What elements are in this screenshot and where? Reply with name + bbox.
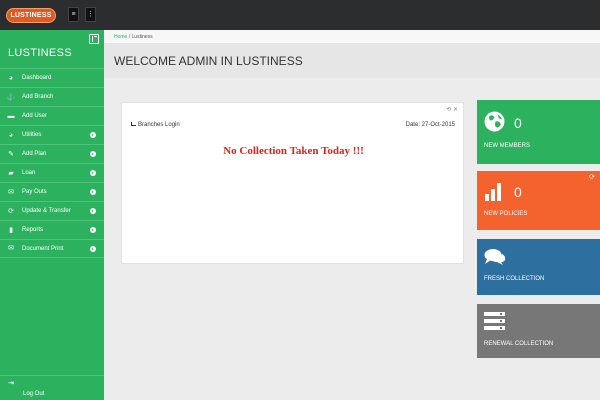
page-header: WELCOME ADMIN IN LUSTINESS (104, 44, 600, 78)
sidebar-item-update-transfer[interactable]: ⟳ Update & Transfer (0, 201, 104, 220)
sidebar-item-label: Pay Outs (22, 189, 47, 195)
breadcrumb-separator: / (128, 34, 131, 40)
chevron-right-icon (90, 246, 96, 252)
tile-label: NEW MEMBERS (484, 143, 531, 149)
sidebar-item-add-branch[interactable]: ⚓ Add Branch (0, 87, 104, 106)
breadcrumb-home-link[interactable]: Home (114, 34, 127, 40)
panel-date: Date: 27-Oct-2015 (405, 122, 455, 128)
tile-fresh-collection[interactable]: FRESH COLLECTION (477, 239, 600, 295)
chevron-right-icon (90, 132, 96, 138)
comments-icon (484, 249, 506, 265)
sidebar-item-pay-outs[interactable]: ✉ Pay Outs (0, 182, 104, 201)
chevron-right-icon (90, 151, 96, 157)
tile-value: 0 (514, 115, 522, 131)
tile-value: 0 (514, 184, 522, 200)
sidebar-item-add-plan[interactable]: ✎ Add Plan (0, 144, 104, 163)
panel-message: No Collection Taken Today !!! (223, 145, 364, 157)
tile-label: FRESH COLLECTION (484, 276, 545, 282)
panel-title: Branches Login (131, 122, 180, 128)
globe-icon (484, 111, 505, 132)
sidebar-toggle-icon[interactable] (89, 34, 99, 44)
sidebar-item-label: Add Branch (22, 94, 54, 100)
sidebar-item-label: Add User (22, 113, 48, 119)
file-icon: ▮ (9, 226, 13, 234)
tile-renewal-collection[interactable]: RENEWAL COLLECTION (477, 304, 600, 358)
pencil-icon: ✎ (8, 150, 14, 158)
sidebar-item-label: Update & Transfer (22, 208, 71, 214)
user-icon: ▬ (7, 112, 15, 120)
chevron-right-icon (90, 189, 96, 195)
breadcrumb: Home / Lustiness (104, 30, 600, 44)
panel-tools[interactable]: ⟲ ✕ (446, 106, 458, 113)
refresh-icon: ⟳ (8, 207, 14, 215)
sidebar-item-document-print[interactable]: ✉ Document Print (0, 239, 104, 258)
sidebar-item-label: Add Plan (22, 151, 47, 157)
branches-login-panel: ⟲ ✕ Branches Login Date: 27-Oct-2015 No … (121, 102, 464, 264)
tile-new-policies[interactable]: ⟳ 0 NEW POLICIES (477, 171, 600, 230)
document-icon: ▰ (8, 169, 14, 177)
sidebar-item-loan[interactable]: ▰ Loan (0, 163, 104, 182)
sidebar-item-label: Reports (22, 227, 44, 233)
more-options-icon[interactable]: ⋮ (85, 7, 96, 22)
menu-icon[interactable]: ≡ (68, 7, 79, 22)
chevron-right-icon (90, 170, 96, 176)
sidebar-item-label: Loan (22, 170, 36, 176)
sidebar-item-dashboard[interactable]: ◕ Dashboard (0, 68, 104, 87)
refresh-icon[interactable]: ⟳ (589, 173, 595, 181)
sidebar-item-reports[interactable]: ▮ Reports (0, 220, 104, 239)
top-navbar: LUSTINESS ≡ ⋮ (0, 0, 600, 30)
tile-label: RENEWAL COLLECTION (484, 341, 554, 347)
tile-new-members[interactable]: 0 NEW MEMBERS (477, 100, 600, 164)
panel-title-text: Branches Login (138, 122, 180, 128)
brand-logo[interactable]: LUSTINESS (6, 8, 56, 23)
pie-chart-icon: ◕ (8, 131, 14, 139)
anchor-icon: ⚓ (6, 93, 16, 101)
dashboard-icon: ◕ (8, 74, 14, 82)
sidebar-item-add-user[interactable]: ▬ Add User (0, 106, 104, 125)
sidebar-item-label: Utilities (22, 132, 42, 138)
bar-chart-icon (131, 122, 136, 126)
sidebar-item-label: Document Print (22, 245, 64, 252)
server-icon (484, 312, 505, 330)
envelope-icon: ✉ (8, 245, 14, 252)
bar-chart-icon (485, 183, 501, 201)
tile-label: NEW POLICIES (484, 211, 528, 217)
sidebar-brand: LUSTINESS (8, 47, 72, 59)
sidebar-item-label: Dashboard (22, 75, 52, 81)
sidebar-item-logout[interactable]: ⇥ Log Out (0, 375, 104, 400)
sidebar-item-label: Log Out (23, 391, 45, 397)
sidebar-item-utilities[interactable]: ◕ Utilities (0, 125, 104, 144)
logout-icon: ⇥ (8, 380, 14, 387)
sidebar: LUSTINESS ◕ Dashboard ⚓ Add Branch ▬ Add… (0, 30, 104, 400)
chevron-right-icon (90, 208, 96, 214)
chevron-right-icon (90, 227, 96, 233)
page-title: WELCOME ADMIN IN LUSTINESS (114, 54, 303, 68)
envelope-icon: ✉ (8, 188, 14, 196)
sidebar-menu: ◕ Dashboard ⚓ Add Branch ▬ Add User ◕ Ut… (0, 68, 104, 258)
breadcrumb-current: Lustiness (131, 34, 153, 40)
